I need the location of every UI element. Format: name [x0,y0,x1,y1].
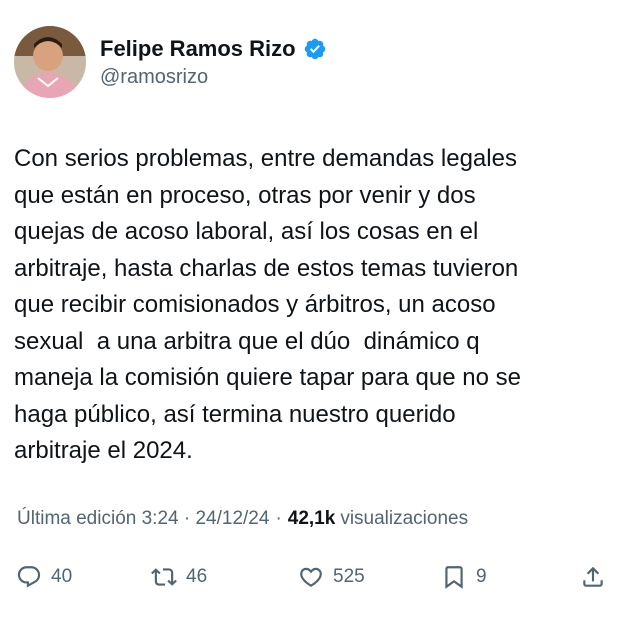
views-count: 42,1k [287,508,336,529]
bookmark-button[interactable]: 9 [441,555,487,599]
reply-count: 40 [51,566,73,587]
reply-icon [17,566,41,588]
tweet-meta: Última edición 3:24 · 24/12/24 · 42,1k v… [17,508,468,530]
avatar[interactable] [14,26,86,98]
retweet-button[interactable]: 46 [151,555,207,599]
share-icon [583,566,603,587]
edited-timestamp[interactable]: Última edición 3:24 · 24/12/24 [17,508,269,530]
reply-button[interactable]: 40 [16,555,72,599]
bookmark-icon [445,566,463,589]
tweet-text: Con serios problemas, entre demandas leg… [14,145,521,464]
meta-separator: · [275,508,282,529]
like-count: 525 [333,566,365,587]
views-label: visualizaciones [340,508,469,529]
retweet-icon [151,568,177,586]
heart-icon [300,567,322,587]
like-button[interactable]: 525 [298,555,365,599]
retweet-count: 46 [186,566,208,587]
share-button[interactable] [580,555,606,599]
avatar-image [14,26,86,98]
tweet-actions: 40 46 525 9 [0,555,625,599]
tweet-card: Felipe Ramos Rizo @ramosrizo Con serios … [0,0,625,620]
author-handle[interactable]: @ramosrizo [100,66,208,89]
verified-badge-icon [304,38,325,60]
bookmark-count: 9 [476,566,487,587]
author-name-row: Felipe Ramos Rizo [100,34,327,64]
author-display-name[interactable]: Felipe Ramos Rizo [100,36,296,62]
